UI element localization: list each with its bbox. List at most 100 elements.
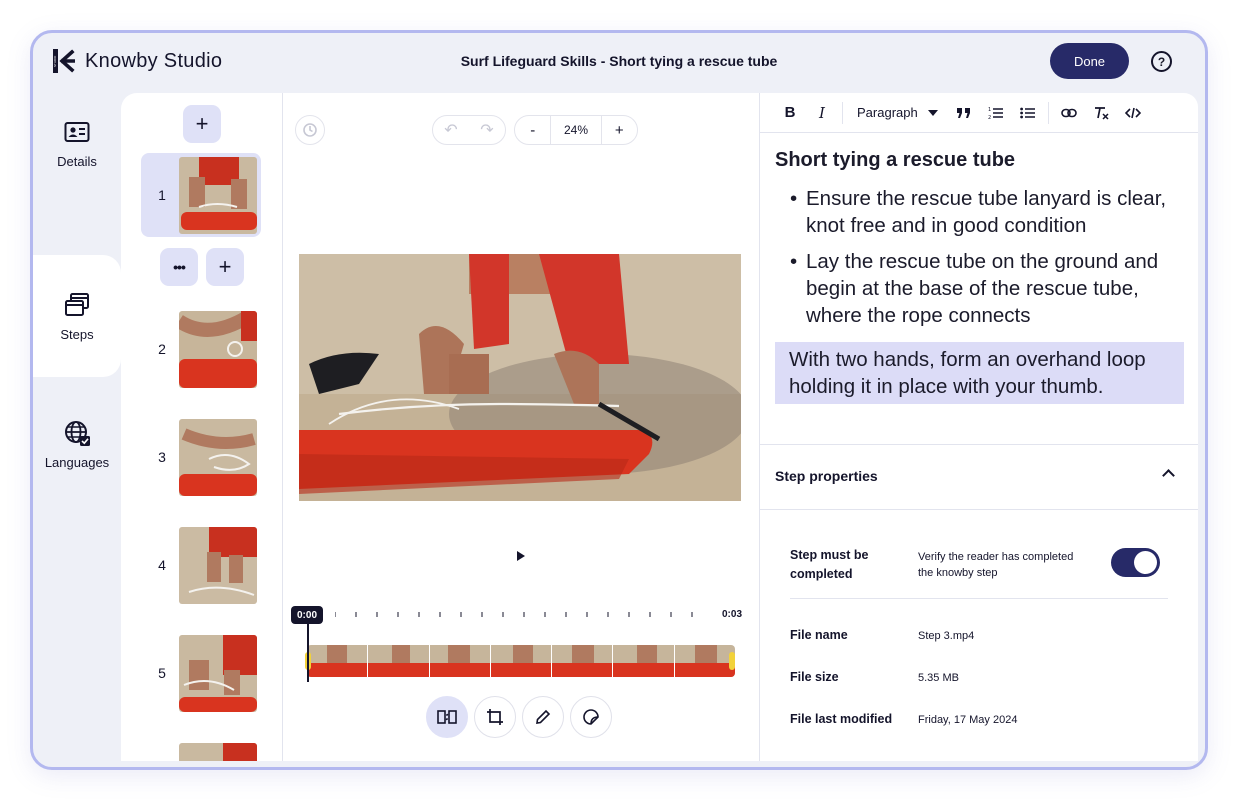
steps-panel: + 1 ••• + 2 3 4 5 xyxy=(121,93,283,761)
list-item[interactable]: Lay the rescue tube on the ground and be… xyxy=(790,248,1190,329)
nav-item-label: Details xyxy=(57,153,97,169)
editor-panel: B I Paragraph 12 Short tying a rescue tu… xyxy=(759,93,1198,761)
zoom-out-button[interactable]: - xyxy=(515,116,550,144)
trim-end-handle[interactable] xyxy=(729,652,735,670)
end-time: 0:03 xyxy=(722,609,743,620)
nav-item-languages[interactable]: Languages xyxy=(33,383,121,505)
file-modified-value: Friday, 17 May 2024 xyxy=(918,714,1018,726)
svg-text:1: 1 xyxy=(988,107,991,113)
step-number: 4 xyxy=(158,557,166,573)
code-icon[interactable] xyxy=(1117,98,1149,128)
filmstrip-frame xyxy=(490,645,553,677)
filmstrip-frame xyxy=(429,645,491,677)
undo-icon[interactable]: ↶ xyxy=(433,116,469,144)
filmstrip-frame xyxy=(307,645,369,677)
pencil-icon[interactable] xyxy=(522,696,564,738)
step-item[interactable]: 3 xyxy=(141,415,261,499)
timeline-ticks xyxy=(335,612,693,617)
file-name-label: File name xyxy=(790,628,848,642)
file-name-value: Step 3.mp4 xyxy=(918,630,975,642)
bold-button[interactable]: B xyxy=(774,98,806,128)
blockquote-icon[interactable] xyxy=(948,98,980,128)
must-complete-toggle[interactable] xyxy=(1111,548,1160,577)
clear-format-icon[interactable] xyxy=(1085,98,1117,128)
file-modified-label: File last modified xyxy=(790,712,893,726)
id-card-icon xyxy=(64,121,90,142)
sidebar-nav: Details Steps Languages xyxy=(33,93,121,767)
media-canvas: ↶ ↷ - 24% + 0:00 0:03 xyxy=(283,93,759,761)
nav-item-steps[interactable]: Steps xyxy=(33,255,121,377)
svg-text:2: 2 xyxy=(988,115,991,120)
globe-check-icon xyxy=(65,420,90,446)
nav-item-details[interactable]: Details xyxy=(33,93,121,193)
insert-step-button[interactable]: + xyxy=(206,248,244,286)
more-options-button[interactable]: ••• xyxy=(160,248,198,286)
step-number: 3 xyxy=(158,449,166,465)
file-size-label: File size xyxy=(790,670,839,684)
app-window: STUDIO Knowby Studio Surf Lifeguard Skil… xyxy=(30,30,1208,770)
rich-text-editor[interactable]: Short tying a rescue tube Ensure the res… xyxy=(760,133,1198,445)
nav-item-label: Steps xyxy=(60,326,94,342)
header: STUDIO Knowby Studio Surf Lifeguard Skil… xyxy=(33,33,1205,93)
ordered-list-icon[interactable]: 12 xyxy=(980,98,1012,128)
crop-icon[interactable] xyxy=(474,696,516,738)
redo-icon[interactable]: ↷ xyxy=(469,116,505,144)
question-circle-icon[interactable]: ? xyxy=(1151,51,1172,72)
italic-button[interactable]: I xyxy=(806,98,838,128)
play-icon[interactable] xyxy=(517,551,525,561)
filmstrip-frame xyxy=(552,645,614,677)
must-complete-label: Step must be completed xyxy=(790,548,869,581)
undo-redo-group: ↶ ↷ xyxy=(432,115,506,145)
format-label: Paragraph xyxy=(857,105,918,120)
add-step-button[interactable]: + xyxy=(183,105,221,143)
step-number: 2 xyxy=(158,341,166,357)
step-item[interactable]: 5 xyxy=(141,631,261,715)
step-number: 5 xyxy=(158,665,166,681)
toolbar-divider xyxy=(842,101,843,124)
step-item[interactable]: 1 xyxy=(141,153,261,237)
link-icon[interactable] xyxy=(1053,98,1085,128)
step-thumbnail xyxy=(179,311,257,388)
timeline-filmstrip[interactable] xyxy=(307,645,735,677)
filmstrip-frame xyxy=(368,645,430,677)
toggle-knob xyxy=(1134,551,1157,574)
step-thumbnail xyxy=(179,743,257,761)
stacked-windows-icon xyxy=(65,292,89,316)
list-item[interactable]: Ensure the rescue tube lanyard is clear,… xyxy=(790,185,1190,239)
step-item[interactable] xyxy=(141,739,261,761)
step-thumbnail xyxy=(179,527,257,604)
filmstrip-frame xyxy=(613,645,675,677)
step-properties-title: Step properties xyxy=(775,468,878,484)
must-complete-description: Verify the reader has completed the know… xyxy=(918,551,1074,579)
done-button[interactable]: Done xyxy=(1050,43,1129,79)
file-size-value: 5.35 MB xyxy=(918,672,959,684)
zoom-control: - 24% + xyxy=(514,115,638,145)
step-number: 1 xyxy=(158,187,166,203)
zoom-in-button[interactable]: + xyxy=(602,116,637,144)
step-item[interactable]: 4 xyxy=(141,523,261,607)
history-icon[interactable] xyxy=(295,115,325,145)
playhead[interactable] xyxy=(307,624,309,682)
step-item[interactable]: 2 xyxy=(141,307,261,391)
nav-item-label: Languages xyxy=(44,454,110,470)
step-thumbnail xyxy=(179,419,257,496)
step-thumbnail xyxy=(179,635,257,712)
page-title: Surf Lifeguard Skills - Short tying a re… xyxy=(460,53,778,69)
toolbar-divider xyxy=(1047,101,1049,124)
replace-media-icon[interactable] xyxy=(426,696,468,738)
zoom-level[interactable]: 24% xyxy=(550,116,602,144)
chevron-up-icon[interactable] xyxy=(1162,469,1175,482)
text-toolbar: B I Paragraph 12 xyxy=(760,93,1198,133)
bullet-list-icon[interactable] xyxy=(1012,98,1044,128)
step-heading[interactable]: Short tying a rescue tube xyxy=(775,149,1015,172)
highlighted-paragraph[interactable]: With two hands, form an overhand loop ho… xyxy=(775,342,1184,404)
step-properties-header[interactable]: Step properties xyxy=(760,445,1198,510)
paragraph-format-select[interactable]: Paragraph xyxy=(847,98,948,128)
step-bullet-list[interactable]: Ensure the rescue tube lanyard is clear,… xyxy=(790,185,1190,338)
video-frame[interactable] xyxy=(299,254,741,501)
caret-down-icon xyxy=(927,109,938,116)
divider xyxy=(790,598,1168,599)
filmstrip-frame xyxy=(674,645,735,677)
current-time: 0:00 xyxy=(291,606,323,624)
sticker-icon[interactable] xyxy=(570,696,612,738)
